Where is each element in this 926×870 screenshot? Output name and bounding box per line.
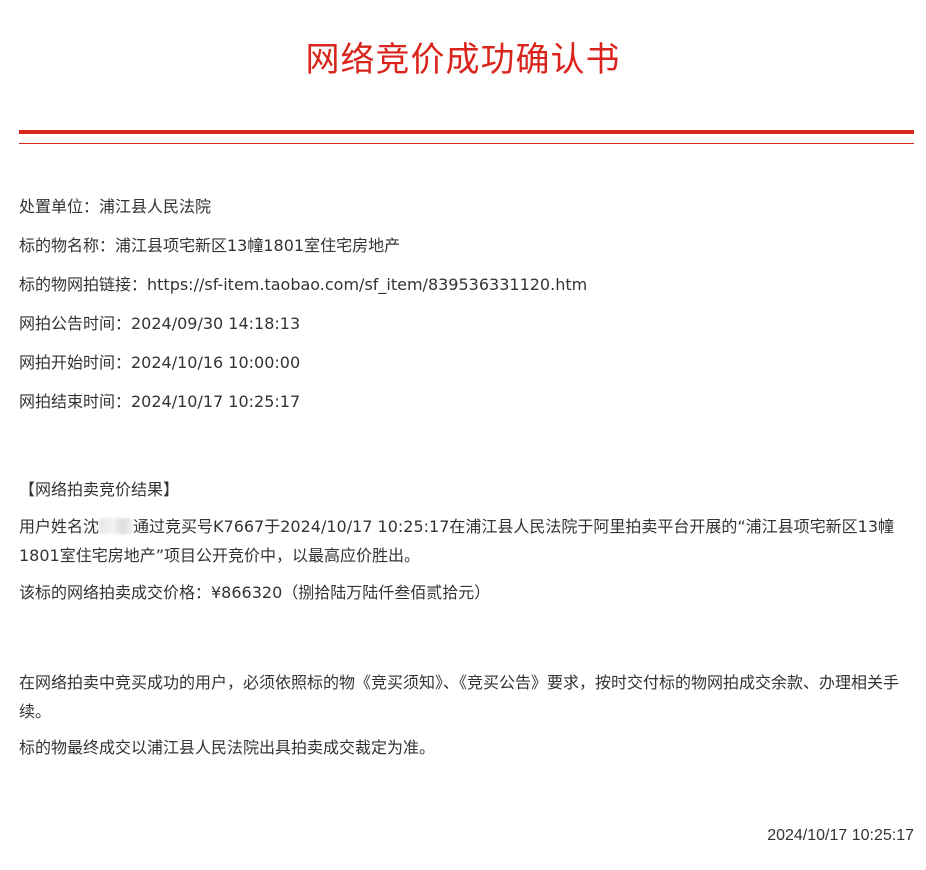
user-suffix: 通过竞买号K7667于2024/10/17 10:25:17在浦江县人民法院于阿…: [19, 517, 895, 565]
disposal-unit: 处置单位：浦江县人民法院: [19, 197, 212, 216]
title-divider-thick: [19, 130, 914, 134]
result-paragraph: 用户姓名沈 通过竞买号K7667于2024/10/17 10:25:17在浦江县人…: [19, 512, 914, 570]
notice-paragraph-2: 标的物最终成交以浦江县人民法院出具拍卖成交裁定为准。: [19, 738, 436, 757]
end-time: 网拍结束时间：2024/10/17 10:25:17: [19, 392, 301, 411]
price-line: 该标的网络拍卖成交价格：¥866320（捌拾陆万陆仟叁佰贰拾元）: [19, 583, 491, 602]
redacted-name: [99, 518, 134, 534]
item-name: 标的物名称：浦江县项宅新区13幢1801室住宅房地产: [19, 236, 401, 255]
item-link[interactable]: 标的物网拍链接：https://sf-item.taobao.com/sf_it…: [19, 274, 587, 296]
result-heading: 【网络拍卖竞价结果】: [19, 480, 180, 499]
start-time: 网拍开始时间：2024/10/16 10:00:00: [19, 353, 301, 372]
title-divider-thin: [19, 143, 914, 144]
confirmation-document: 网络竞价成功确认书 处置单位：浦江县人民法院 标的物名称：浦江县项宅新区13幢1…: [0, 0, 926, 870]
notice-paragraph-1: 在网络拍卖中竞买成功的用户，必须依照标的物《竞买须知》、《竞买公告》要求，按时交…: [19, 673, 900, 721]
announce-time: 网拍公告时间：2024/09/30 14:18:13: [19, 314, 301, 333]
footer-date: 2024/10/17 10:25:17: [767, 827, 914, 844]
document-title: 网络竞价成功确认书: [305, 40, 621, 80]
user-prefix: 用户姓名沈: [19, 517, 100, 536]
